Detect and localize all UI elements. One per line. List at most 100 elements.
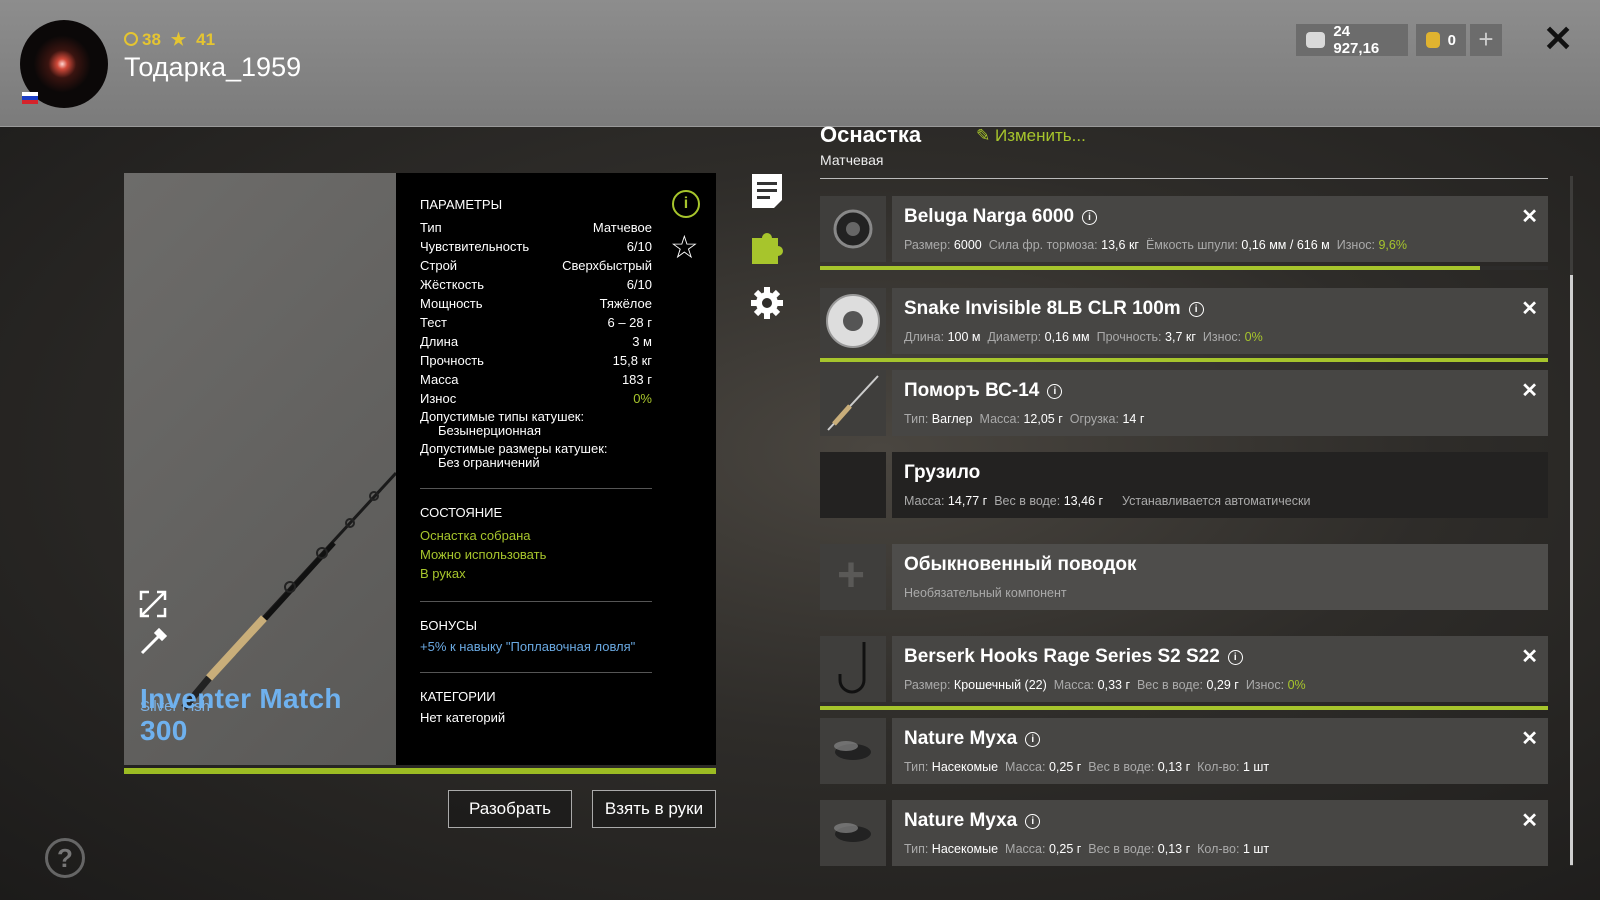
reel-types: Допустимые типы катушек: Безынерционная: [420, 410, 652, 438]
close-icon[interactable]: ✕: [1543, 18, 1573, 60]
spec-label: Огрузка:: [1069, 412, 1119, 426]
tackle-item[interactable]: Nature Муха i Тип: Насекомые Масса: 0,25 г…: [820, 800, 1548, 866]
rod-condition-bar: [124, 768, 716, 774]
spec-value: 0,16 мм: [1044, 330, 1090, 344]
tackle-item-name-text: Поморъ ВС-14: [904, 380, 1040, 401]
spec-value: 0,16 мм / 616 м: [1241, 238, 1330, 252]
spec-value: 0,13 г: [1157, 842, 1191, 856]
document-icon[interactable]: [750, 172, 784, 210]
info-icon[interactable]: i: [1082, 210, 1098, 225]
tackle-item-body: Поморъ ВС-14 i Тип: Ваглер Масса: 12,05 г …: [892, 370, 1548, 436]
spec-label: Масса:: [1005, 842, 1046, 856]
spec-value: 13,6 кг: [1101, 238, 1139, 252]
tackle-item[interactable]: Поморъ ВС-14 i Тип: Ваглер Масса: 12,05 г …: [820, 370, 1548, 436]
spec-label: Износ:: [1245, 678, 1285, 692]
spec-value: 0%: [1287, 678, 1306, 692]
remove-item-icon[interactable]: ✕: [1521, 808, 1538, 833]
tackle-title: Оснастка: [820, 122, 922, 147]
divider: [420, 488, 652, 489]
spec-value: 6000: [953, 238, 982, 252]
add-currency-button[interactable]: +: [1470, 24, 1502, 56]
tackle-item-name-text: Snake Invisible 8LB CLR 100m: [904, 298, 1181, 319]
spec-value: 14,77 г: [947, 494, 988, 508]
tackle-item[interactable]: Berserk Hooks Rage Series S2 S22 i Размер:…: [820, 636, 1548, 710]
remove-item-icon[interactable]: ✕: [1521, 378, 1538, 403]
spec-value: Насекомые: [931, 760, 999, 774]
tackle-item-specs: Размер: 6000 Сила фр. тормоза: 13,6 кг Ё…: [904, 238, 1414, 252]
spec-value: 3,7 кг: [1165, 330, 1196, 344]
info-icon[interactable]: i: [1025, 732, 1041, 747]
tackle-item-body: Nature Муха i Тип: Насекомые Масса: 0,25 г…: [892, 800, 1548, 866]
silver-value: 24 927,16: [1333, 23, 1380, 57]
param-row: Износ 0%: [420, 389, 652, 408]
tackle-item[interactable]: Snake Invisible 8LB CLR 100m i Длина: 100 …: [820, 288, 1548, 362]
gear-icon[interactable]: [750, 284, 784, 322]
param-key: Прочность: [420, 353, 484, 368]
tackle-item-body: Berserk Hooks Rage Series S2 S22 i Размер:…: [892, 636, 1548, 702]
state-item: Оснастка собрана: [420, 528, 531, 543]
expand-icon[interactable]: [138, 589, 168, 619]
spec-value: 0,33 г: [1097, 678, 1131, 692]
param-value: 6 – 28 г: [607, 315, 653, 330]
state-item: Можно использовать: [420, 547, 547, 562]
spec-label: Масса:: [1053, 678, 1095, 692]
param-row: Прочность 15,8 кг: [420, 351, 652, 370]
param-value: 6/10: [626, 239, 652, 254]
params-table: Тип Матчевое Чувствительность 6/10 Строй Свер…: [420, 218, 652, 408]
edit-tackle-button[interactable]: ✎ Изменить...: [976, 126, 1086, 146]
spec-label: Износ:: [1202, 330, 1242, 344]
divider: [420, 601, 652, 602]
bonus-text: +5% к навыку "Поплавочная ловля": [420, 639, 636, 654]
remove-item-icon[interactable]: ✕: [1521, 204, 1538, 229]
favorite-star-icon[interactable]: ☆: [670, 228, 699, 266]
tackle-item-body: Beluga Narga 6000 i Размер: 6000 Сила фр. …: [892, 196, 1548, 262]
wear-bar: [820, 266, 1481, 270]
reel-sizes-value: Без ограничений: [438, 455, 540, 470]
tackle-item-note: Устанавливается автоматически: [1122, 494, 1311, 508]
param-row: Мощность Тяжёлое: [420, 294, 652, 313]
remove-item-icon[interactable]: ✕: [1521, 296, 1538, 321]
remove-item-icon[interactable]: ✕: [1521, 726, 1538, 751]
spec-label: Масса:: [904, 494, 945, 508]
bonus-title: БОНУСЫ: [420, 618, 478, 633]
paint-brush-icon[interactable]: [138, 627, 168, 657]
info-icon[interactable]: i: [1227, 650, 1243, 665]
remove-item-icon[interactable]: ✕: [1521, 644, 1538, 669]
fly-bait-icon: [820, 800, 886, 866]
tackle-item[interactable]: + Обыкновенный поводок Необязательный комп…: [820, 544, 1548, 610]
param-key: Мощность: [420, 296, 483, 311]
tackle-item[interactable]: Грузило Масса: 14,77 г Вес в воде: 13,46 …: [820, 452, 1548, 518]
gold-value: 0: [1447, 31, 1456, 49]
tackle-item-body: Snake Invisible 8LB CLR 100m i Длина: 100 …: [892, 288, 1548, 354]
param-key: Строй: [420, 258, 458, 273]
info-icon[interactable]: i: [1025, 814, 1041, 829]
tackle-item-specs: Размер: Крошечный (22) Масса: 0,33 г Вес…: [904, 678, 1313, 692]
spec-label: Износ:: [1336, 238, 1375, 252]
help-icon[interactable]: ?: [45, 838, 85, 878]
tackle-item-name: Поморъ ВС-14 i: [904, 380, 1063, 402]
categories-title: КАТЕГОРИИ: [420, 689, 496, 704]
tackle-item[interactable]: Beluga Narga 6000 i Размер: 6000 Сила фр. …: [820, 196, 1548, 270]
spec-value: Ваглер: [931, 412, 973, 426]
state-title: СОСТОЯНИЕ: [420, 505, 503, 520]
info-icon[interactable]: i: [672, 190, 700, 218]
tackle-item-body: Nature Муха i Тип: Насекомые Масса: 0,25 г…: [892, 718, 1548, 784]
info-icon[interactable]: i: [1047, 384, 1063, 399]
spec-value: 0,25 г: [1048, 842, 1082, 856]
tackle-item-name: Обыкновенный поводок: [904, 554, 1137, 576]
disassemble-button[interactable]: Разобрать: [448, 790, 572, 828]
spec-label: Кол-во:: [1197, 760, 1240, 774]
tackle-item[interactable]: Nature Муха i Тип: Насекомые Масса: 0,25 г…: [820, 718, 1548, 784]
info-icon[interactable]: i: [1188, 302, 1204, 317]
wear-bar: [820, 358, 1548, 362]
edit-label: Изменить...: [994, 126, 1086, 145]
tackle-item-note: Необязательный компонент: [904, 586, 1067, 600]
puzzle-icon[interactable]: [750, 228, 784, 266]
reel-types-value: Безынерционная: [438, 423, 541, 438]
scrollbar-thumb[interactable]: [1570, 275, 1573, 865]
tackle-item-specs: Длина: 100 м Диаметр: 0,16 мм Прочность:…: [904, 330, 1270, 344]
edit-icon: ✎: [976, 126, 991, 145]
take-in-hands-button[interactable]: Взять в руки: [592, 790, 716, 828]
spec-value: 0,25 г: [1048, 760, 1082, 774]
param-row: Жёсткость 6/10: [420, 275, 652, 294]
